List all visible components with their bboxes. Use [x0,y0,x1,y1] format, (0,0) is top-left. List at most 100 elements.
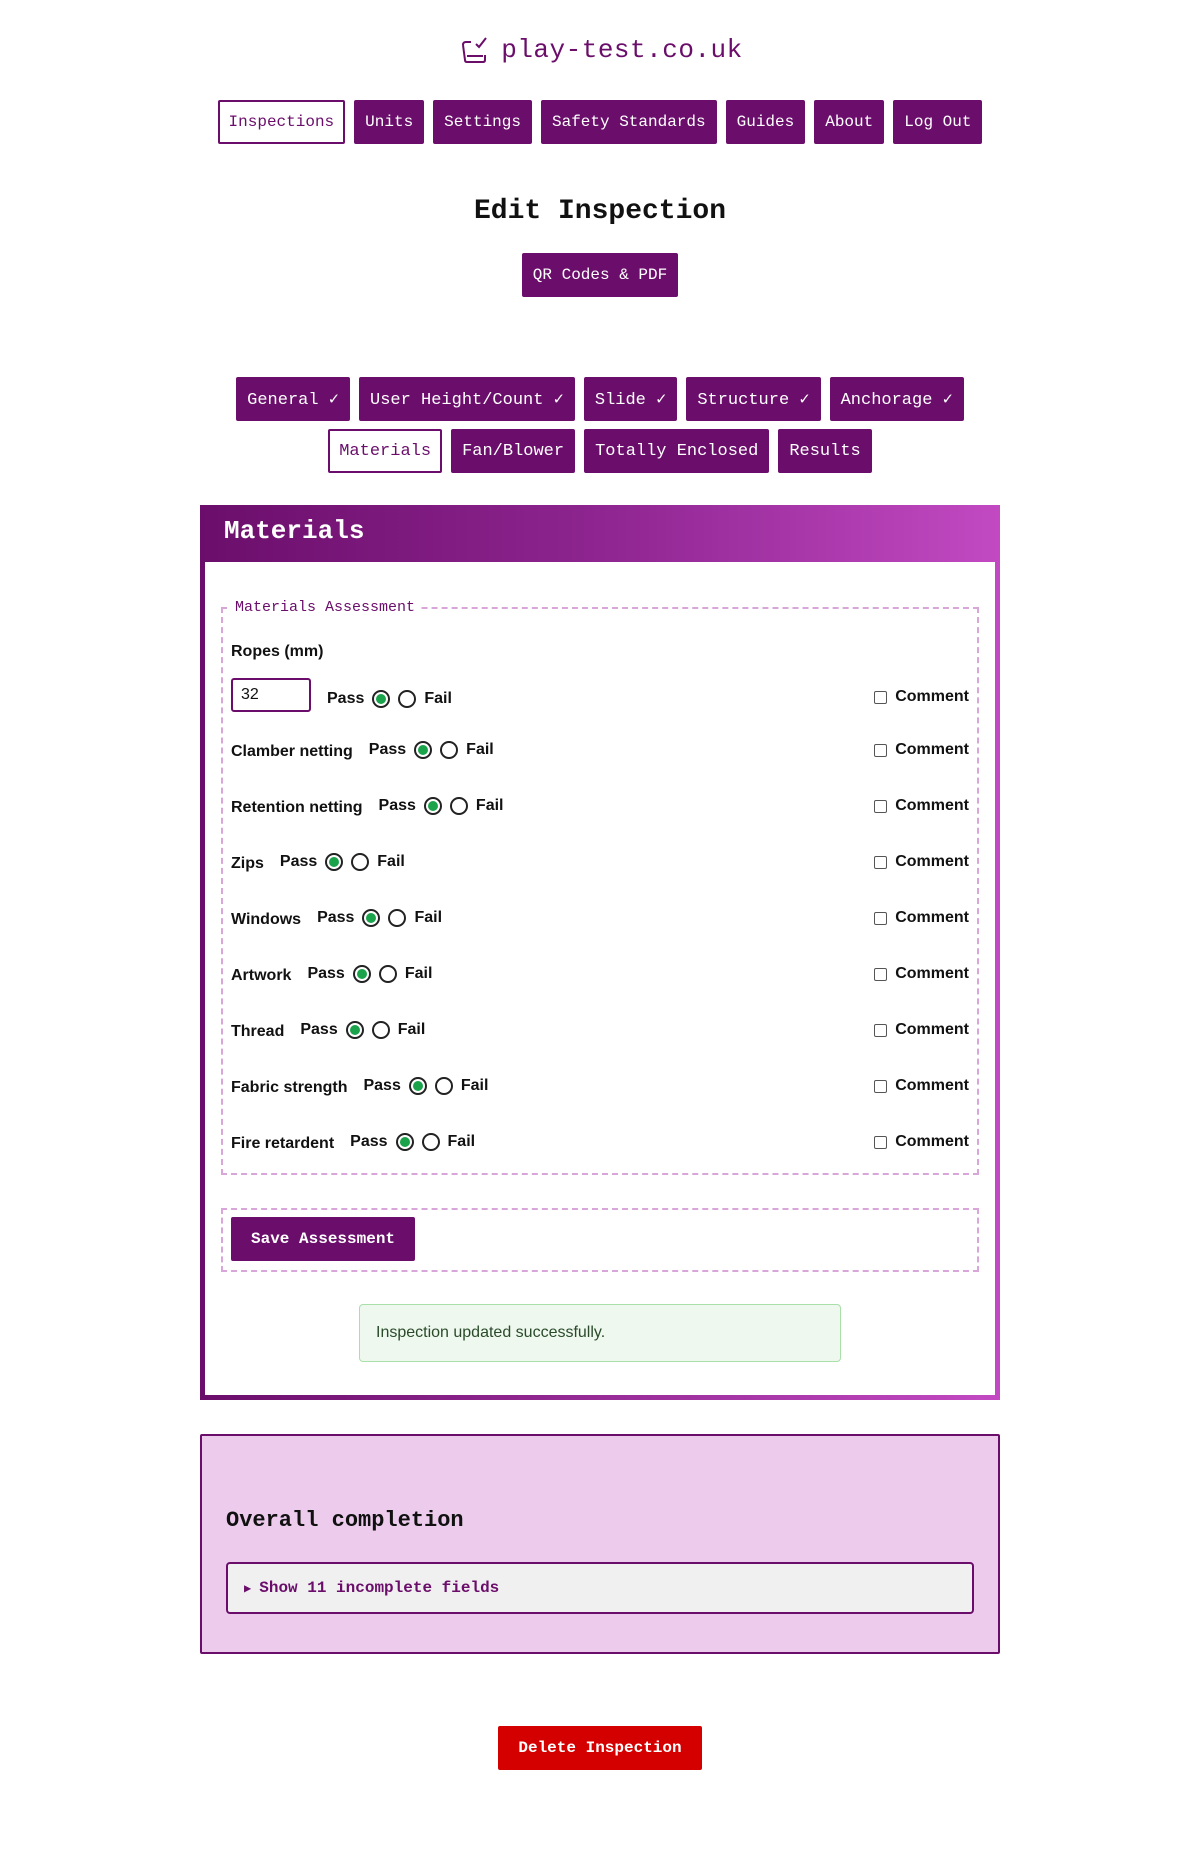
pass-radio[interactable] [325,853,344,871]
fail-label: Fail [414,909,443,926]
assessment-item-label: Windows [231,911,302,928]
overall-completion-panel: Overall completion ▶ Show 11 incomplete … [200,1434,1000,1654]
tab-structure[interactable]: Structure ✓ [686,377,821,421]
pass-label: Pass [317,909,355,926]
fail-radio[interactable] [371,1021,390,1039]
assessment-row: Clamber netting Pass Fail Comment [231,735,969,765]
fail-label: Fail [466,741,494,758]
pass-radio[interactable] [345,1021,364,1039]
pass-label: Pass [300,1021,338,1038]
incomplete-fields-toggle[interactable]: ▶ Show 11 incomplete fields [226,1562,974,1614]
comment-checkbox[interactable] [874,911,888,925]
fail-radio[interactable] [421,1133,440,1151]
comment-checkbox[interactable] [874,967,888,981]
tab-slide[interactable]: Slide ✓ [583,377,678,421]
fieldset-legend: Materials Assessment [231,599,420,617]
pass-radio[interactable] [408,1077,427,1095]
nav-about[interactable]: About [814,100,885,144]
fail-radio[interactable] [398,690,417,708]
pass-radio[interactable] [362,909,381,927]
fail-label: Fail [447,1133,476,1150]
pass-radio[interactable] [395,1133,414,1151]
completion-heading: Overall completion [226,1508,464,1533]
tab-fan-blower[interactable]: Fan/Blower [451,429,576,473]
tab-totally-enclosed[interactable]: Totally Enclosed [584,429,770,473]
save-assessment-button[interactable]: Save Assessment [231,1217,416,1261]
comment-checkbox[interactable] [874,690,888,704]
assessment-row: Retention netting Pass Fail Comment [231,791,969,821]
materials-heading: Materials [200,505,1000,562]
brand[interactable]: play-test.co.uk [200,0,1000,70]
fail-radio[interactable] [388,909,407,927]
fail-radio[interactable] [351,853,370,871]
ropes-row: Pass Fail Comment [231,677,969,713]
materials-panel: Materials Materials Assessment Ropes (mm… [200,505,1000,1400]
pass-label: Pass [368,741,407,758]
assessment-item-label: Fabric strength [231,1079,348,1096]
nav-settings[interactable]: Settings [433,100,532,144]
page-title: Edit Inspection [473,196,727,227]
pass-radio[interactable] [414,741,433,759]
assessment-item-label: Retention netting [231,799,363,816]
save-fieldset: Save Assessment [221,1208,979,1272]
assessment-item-label: Clamber netting [231,743,353,760]
fail-radio[interactable] [434,1077,453,1095]
comment-label: Comment [895,965,969,982]
comment-checkbox[interactable] [874,743,888,757]
materials-assessment-fieldset: Materials Assessment Ropes (mm) Pass Fai… [221,599,979,1175]
assessment-row: Artwork Pass Fail Comment [231,959,969,989]
fail-label: Fail [377,853,405,870]
fail-label: Fail [424,690,452,707]
tab-user-height-count[interactable]: User Height/Count ✓ [359,377,575,421]
inspection-tabs: General ✓ User Height/Count ✓ Slide ✓ St… [200,377,1000,473]
assessment-item-label: Zips [231,855,264,872]
fail-radio[interactable] [378,965,397,983]
tab-anchorage[interactable]: Anchorage ✓ [829,377,964,421]
fail-label: Fail [475,797,504,814]
comment-label: Comment [895,797,969,814]
pass-label: Pass [279,853,318,870]
pass-label: Pass [363,1077,401,1094]
comment-label: Comment [895,688,969,705]
assessment-row: Thread Pass Fail Comment [231,1015,969,1045]
nav-log-out[interactable]: Log Out [893,100,983,144]
comment-checkbox[interactable] [874,799,888,813]
pass-label: Pass [350,1133,388,1150]
fail-label: Fail [460,1077,489,1094]
pass-radio[interactable] [352,965,371,983]
nav-guides[interactable]: Guides [725,100,806,144]
assessment-item-label: Fire retardent [231,1135,335,1152]
tab-general[interactable]: General ✓ [236,377,350,421]
comment-label: Comment [895,741,969,758]
pass-label: Pass [307,965,345,982]
tab-results[interactable]: Results [778,429,872,473]
comment-label: Comment [895,1133,969,1150]
ropes-label: Ropes (mm) [231,643,324,660]
comment-checkbox[interactable] [874,855,888,869]
delete-inspection-button[interactable]: Delete Inspection [498,1726,702,1770]
main-nav: Inspections Units Settings Safety Standa… [200,100,1000,144]
assessment-row: Fire retardent Pass Fail Comment [231,1127,969,1157]
inspection-clipboard-icon [462,37,488,63]
comment-checkbox[interactable] [874,1135,888,1149]
pass-radio[interactable] [372,690,391,708]
fail-label: Fail [397,1021,426,1038]
assessment-row: Fabric strength Pass Fail Comment [231,1071,969,1101]
comment-checkbox[interactable] [874,1023,888,1037]
assessment-row: Windows Pass Fail Comment [231,903,969,933]
qr-codes-pdf-button[interactable]: QR Codes & PDF [521,253,679,297]
ropes-input[interactable] [231,678,311,712]
nav-inspections[interactable]: Inspections [217,100,346,144]
comment-label: Comment [895,909,969,926]
fail-radio[interactable] [449,797,468,815]
brand-name: play-test.co.uk [501,35,743,65]
comment-checkbox[interactable] [874,1079,888,1093]
disclosure-triangle-icon: ▶ [244,1581,252,1596]
comment-label: Comment [895,1077,969,1094]
nav-units[interactable]: Units [354,100,425,144]
assessment-item-label: Thread [231,1023,285,1040]
nav-safety-standards[interactable]: Safety Standards [540,100,717,144]
fail-radio[interactable] [440,741,459,759]
pass-radio[interactable] [423,797,442,815]
tab-materials[interactable]: Materials [328,429,443,473]
